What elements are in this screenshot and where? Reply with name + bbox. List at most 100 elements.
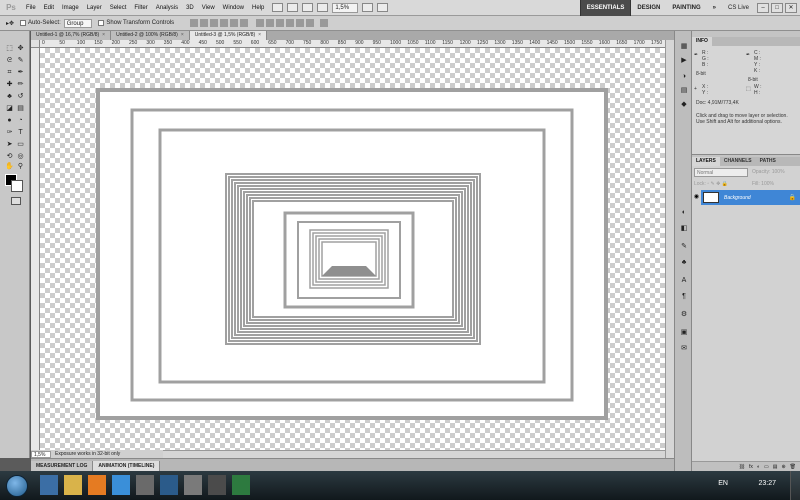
new-group-icon[interactable]: ▤ [773,464,778,470]
type-tool-icon[interactable]: T [16,128,25,137]
bridge-icon[interactable] [272,3,284,12]
shape-tool-icon[interactable]: ▭ [16,140,25,149]
notes-panel-icon[interactable]: ✉ [680,345,688,353]
quick-mask-icon[interactable] [11,197,21,205]
doc-tab-untitled-1[interactable]: Untitled-1 @ 16,7% (RGB/8) × [31,31,112,40]
close-icon[interactable]: × [102,32,105,38]
lock-control[interactable]: Lock: ▫ ✎ ✥ 🔒 [694,181,728,187]
zoom-level-select[interactable]: 1,5% [332,2,359,13]
quick-selection-tool-icon[interactable]: ✎ [16,56,25,65]
crop-tool-icon[interactable]: ⌗ [5,68,14,77]
tab-info[interactable]: INFO [692,37,712,46]
align-right-icon[interactable] [240,19,249,27]
media-player-icon[interactable] [88,475,106,495]
opacity-control[interactable]: Opacity: 100% [752,169,785,175]
mini-bridge-icon[interactable] [287,3,299,12]
visibility-eye-icon[interactable]: ◉ [692,190,701,205]
align-center-icon[interactable] [230,19,239,27]
link-layers-icon[interactable]: ⛓ [739,464,745,470]
clone-source-panel-icon[interactable]: ♣ [680,259,688,267]
maximize-button[interactable]: □ [771,3,783,13]
distribute-right-icon[interactable] [306,19,315,27]
steam-icon[interactable] [136,475,154,495]
actions-panel-icon[interactable]: ▶ [680,57,688,65]
workspace-essentials[interactable]: ESSENTIALS [579,0,632,16]
menu-window[interactable]: Window [219,5,248,11]
distribute-left-icon[interactable] [286,19,295,27]
menu-view[interactable]: View [198,5,219,11]
photoshop-taskbar-icon[interactable] [160,475,178,495]
menu-image[interactable]: Image [58,5,83,11]
blend-mode-select[interactable]: Normal [694,168,748,177]
ruler-origin[interactable] [31,40,40,48]
menu-file[interactable]: File [22,5,40,11]
lock-icons[interactable]: ▫ ✎ ✥ 🔒 [707,181,728,187]
workspace-painting[interactable]: PAINTING [666,0,706,16]
show-desktop-button[interactable] [790,471,800,500]
auto-select-dropdown[interactable]: Group [63,18,93,28]
hand-tool-icon[interactable] [317,3,329,12]
pen-tool-icon[interactable]: ✑ [5,128,14,137]
close-icon[interactable]: × [258,32,261,38]
paragraph-panel-icon[interactable]: ¶ [680,293,688,301]
close-icon[interactable]: × [181,32,184,38]
opacity-value[interactable]: 100% [772,169,785,175]
move-tool-icon[interactable]: ✥ [16,44,25,53]
eraser-tool-icon[interactable]: ◪ [5,104,14,113]
ie-icon[interactable] [40,475,58,495]
brush-tool-icon[interactable]: ✏ [16,80,25,89]
3d-rotate-tool-icon[interactable]: ⟲ [5,152,14,161]
doc-tab-untitled-3[interactable]: Untitled-3 @ 1,5% (RGB/8) × [189,31,268,40]
tab-layers[interactable]: LAYERS [692,157,720,166]
app-icon[interactable] [112,475,130,495]
healing-brush-tool-icon[interactable]: ✚ [5,80,14,89]
align-middle-icon[interactable] [200,19,209,27]
color-panel-icon[interactable]: ◑ [680,73,688,81]
new-layer-icon[interactable]: ⊕ [781,464,785,470]
close-button[interactable]: ✕ [785,3,797,13]
blur-tool-icon[interactable]: ● [5,116,14,125]
start-button[interactable] [6,475,28,497]
horizontal-scrollbar[interactable] [163,450,665,458]
lasso-tool-icon[interactable]: ᘓ [5,56,14,65]
adjustment-layer-icon[interactable]: ▭ [764,464,769,470]
document-canvas[interactable] [40,48,665,450]
fill-value[interactable]: 100% [761,181,774,187]
eyedropper-tool-icon[interactable]: ✒ [16,68,25,77]
masks-panel-icon[interactable]: ◧ [680,225,688,233]
history-brush-tool-icon[interactable]: ↺ [16,92,25,101]
distribute-center-icon[interactable] [296,19,305,27]
swatches-panel-icon[interactable]: ▤ [680,87,688,95]
auto-select-checkbox[interactable] [20,20,27,26]
doc-tab-untitled-2[interactable]: Untitled-2 @ 100% (RGB/8) × [111,31,190,40]
styles-panel-icon[interactable]: ◆ [680,101,688,109]
menu-edit[interactable]: Edit [40,5,58,11]
app-icon[interactable] [232,475,250,495]
menu-select[interactable]: Select [106,5,131,11]
tab-channels[interactable]: CHANNELS [720,157,756,166]
move-tool-preset-icon[interactable]: ▸✥ [6,20,14,27]
arrange-documents-icon[interactable] [362,3,374,12]
app-icon[interactable] [184,475,202,495]
gradient-tool-icon[interactable]: ▤ [16,104,25,113]
menu-3d[interactable]: 3D [182,5,198,11]
menu-layer[interactable]: Layer [83,5,106,11]
cs-live-button[interactable]: CS Live [722,0,755,16]
view-extras-icon[interactable] [302,3,314,12]
explorer-icon[interactable] [64,475,82,495]
vertical-scrollbar[interactable] [665,40,674,458]
brush-panel-icon[interactable]: ✎ [680,243,688,251]
tool-presets-panel-icon[interactable]: ⚙ [680,311,688,319]
status-message[interactable]: Exposure works in 32-bit only [55,451,120,457]
align-top-icon[interactable] [190,19,199,27]
adjustments-panel-icon[interactable]: ◐ [680,209,688,217]
vertical-ruler[interactable] [31,48,40,450]
trash-icon[interactable]: 🗑 [790,464,796,470]
path-selection-tool-icon[interactable]: ➤ [5,140,14,149]
minimize-button[interactable]: – [757,3,769,13]
hand-tool-icon[interactable]: ✋ [5,162,14,171]
menu-filter[interactable]: Filter [130,5,151,11]
menu-analysis[interactable]: Analysis [152,5,182,11]
workspace-more-button[interactable]: » [707,0,722,16]
add-mask-icon[interactable]: ◐ [757,464,760,470]
